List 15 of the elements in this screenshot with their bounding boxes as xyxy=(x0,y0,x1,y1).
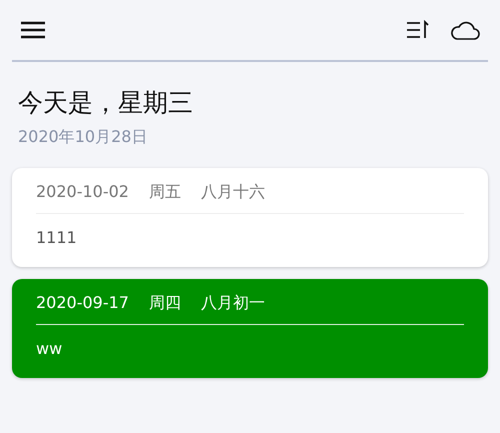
entry-weekday: 周五 xyxy=(148,182,181,203)
menu-icon[interactable] xyxy=(20,21,46,39)
entry-weekday: 周四 xyxy=(148,293,181,314)
entry-text: 1111 xyxy=(36,228,77,247)
current-date: 2020年10月28日 xyxy=(18,127,148,148)
entry-date: 2020-09-17 xyxy=(36,293,129,314)
entry-text: ww xyxy=(36,339,62,358)
entry-date: 2020-10-02 xyxy=(36,182,129,203)
page-title: 今天是，星期三 xyxy=(18,87,193,119)
cloud-icon[interactable] xyxy=(450,19,480,41)
sort-icon[interactable] xyxy=(406,20,430,40)
entry-card[interactable]: 2020-09-17 周四 八月初一 ww xyxy=(12,279,488,378)
entry-lunar-date: 八月初一 xyxy=(200,293,265,314)
entry-lunar-date: 八月十六 xyxy=(200,182,265,203)
entry-card[interactable]: 2020-10-02 周五 八月十六 1111 xyxy=(12,168,488,267)
